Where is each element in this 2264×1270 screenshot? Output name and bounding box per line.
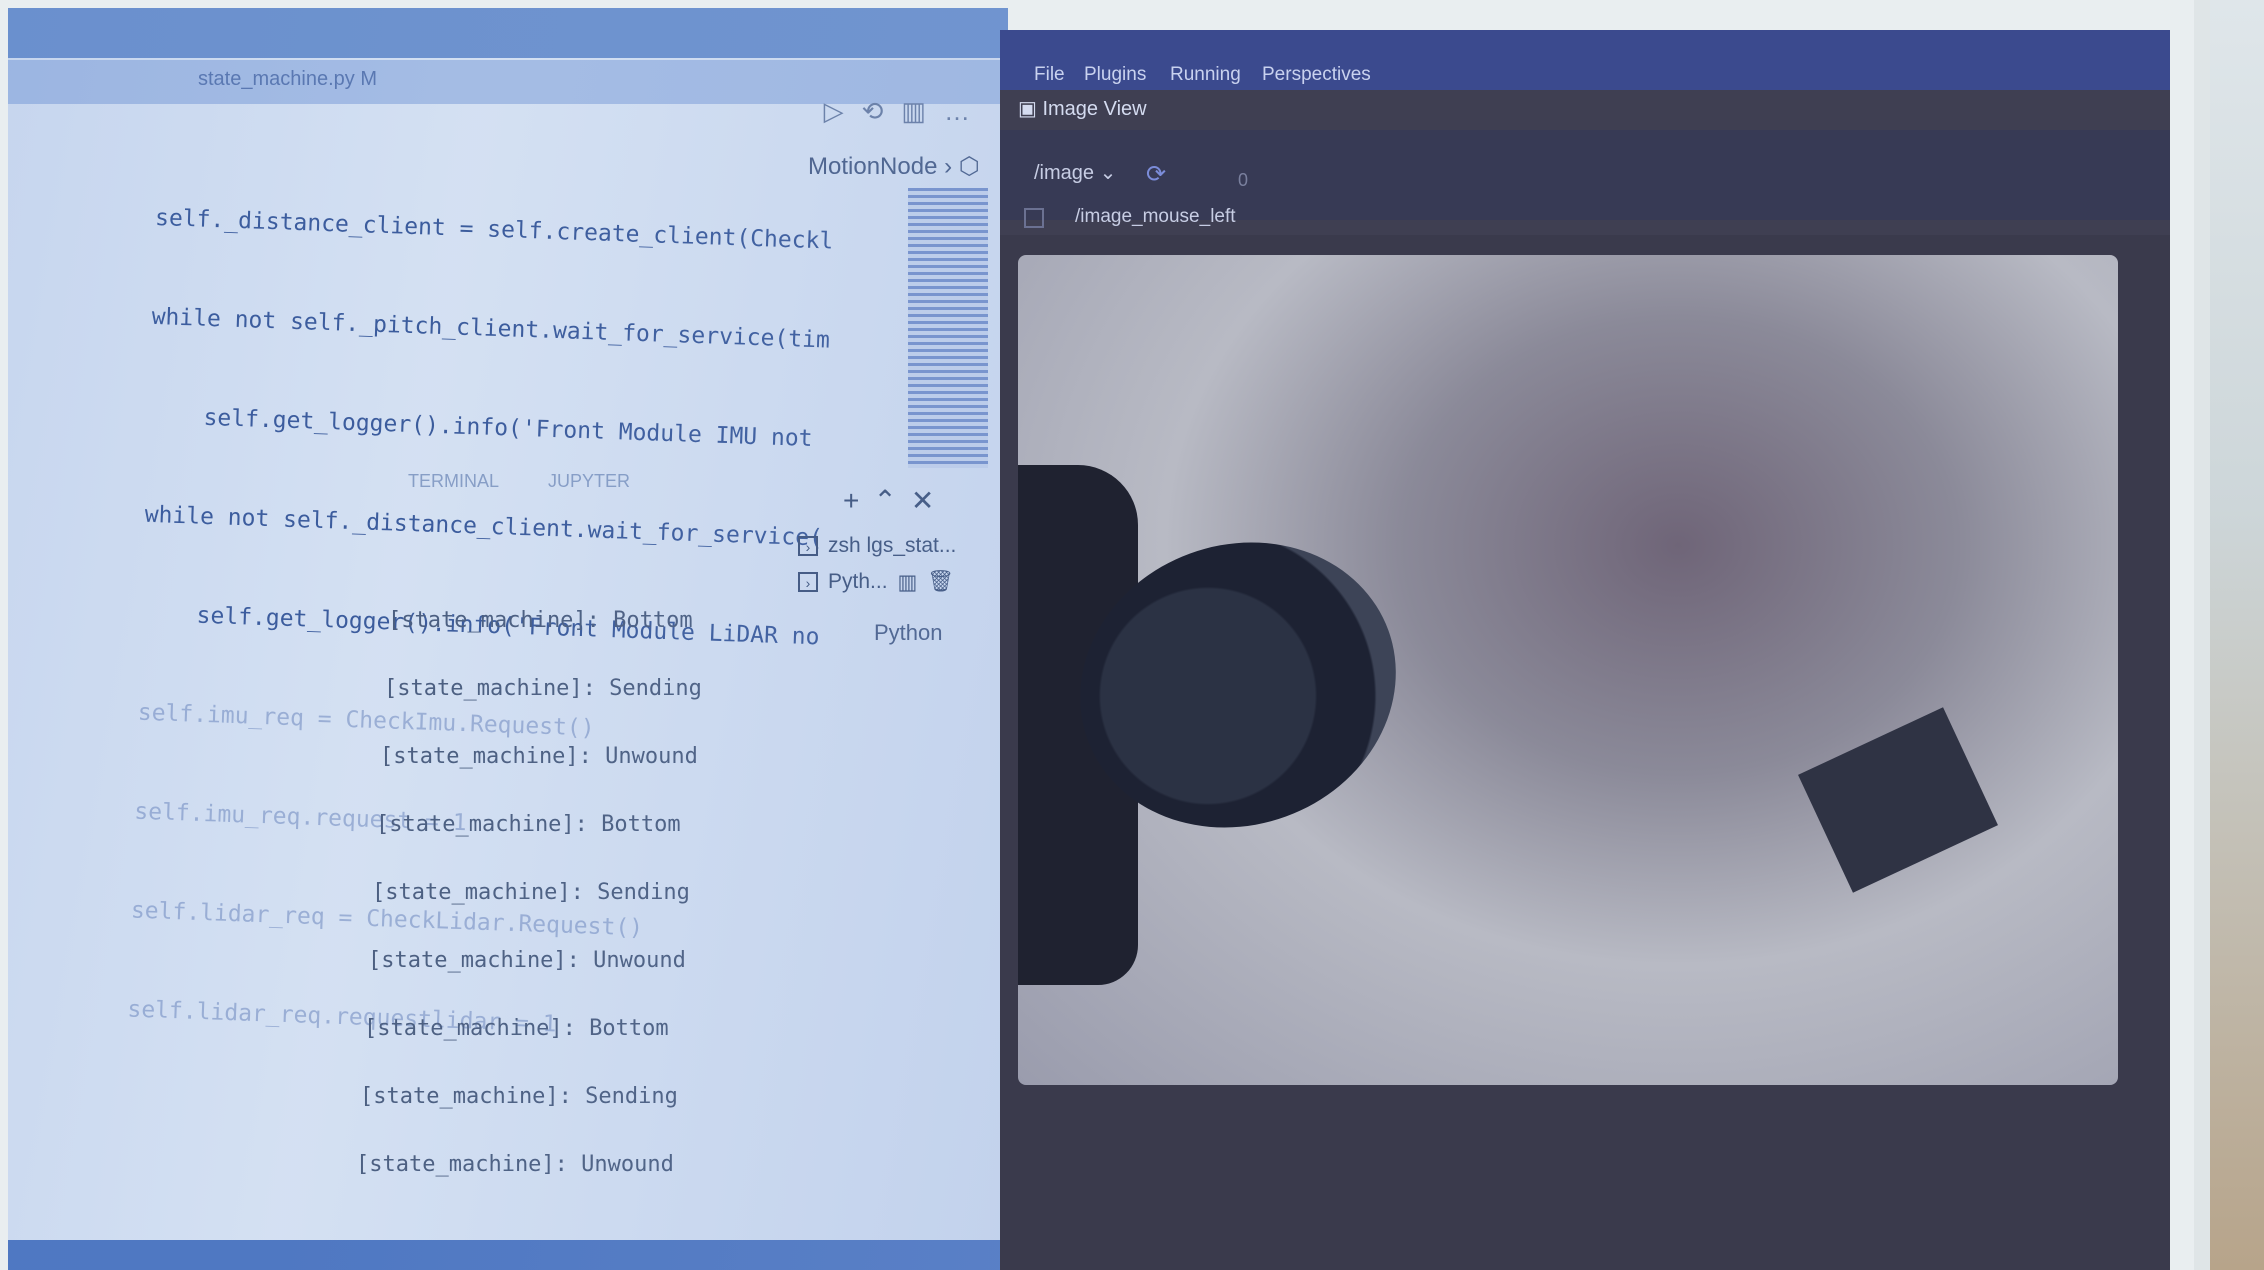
log-message: Bottom — [613, 608, 693, 633]
menu-file[interactable]: File — [1034, 64, 1065, 86]
terminal-item-python[interactable]: › Pyth... ▥ 🗑 — [798, 564, 998, 600]
run-icon[interactable]: ▷ — [824, 96, 862, 126]
log-node: [state_machine]: — [388, 608, 600, 633]
minimap[interactable] — [908, 188, 988, 468]
more-actions-icon[interactable]: … — [944, 96, 988, 126]
chevron-right-icon: › ⬡ — [944, 153, 980, 180]
code-line: self._distance_client = self.create_clie… — [154, 204, 834, 255]
log-message: Unwound — [605, 744, 698, 769]
log-node: [state_machine]: — [376, 812, 588, 837]
log-line: [state_machine]: Sending — [372, 880, 690, 905]
log-node: [state_machine]: — [360, 1084, 572, 1109]
terminal-icon: › — [798, 572, 818, 592]
vscode-titlebar — [8, 8, 1008, 58]
editor-actions: ▷⟲▥… — [824, 96, 988, 127]
log-message: Bottom — [589, 1016, 669, 1041]
log-line: [state_machine]: Bottom — [388, 608, 693, 633]
log-node: [state_machine]: — [384, 676, 596, 701]
log-message: Sending — [597, 880, 690, 905]
log-line: [state_machine]: Unwound — [368, 948, 686, 973]
log-message: Sending — [609, 676, 702, 701]
plugin-title-label: Image View — [1042, 98, 1147, 120]
close-icon[interactable]: ✕ — [911, 485, 948, 516]
terminal-item-label: Pyth... — [828, 570, 888, 593]
terminal-item-label: zsh lgs_stat... — [828, 534, 957, 557]
zoom-value: 0 — [1238, 170, 1249, 190]
code-line: self.get_logger().info('Front Module IMU… — [147, 402, 813, 453]
plugin-title: ▣ Image View — [1018, 96, 1147, 121]
log-node: [state_machine]: — [364, 1016, 576, 1041]
trash-icon[interactable]: 🗑 — [927, 570, 954, 594]
status-bar — [8, 1240, 1008, 1270]
terminal-list: › zsh lgs_stat... › Pyth... ▥ 🗑 — [798, 528, 998, 600]
log-message: Unwound — [593, 948, 686, 973]
log-message: Unwound — [581, 1152, 674, 1177]
log-message: Sending — [585, 1084, 678, 1109]
image-toolbar: /image ⌄ ⟳ 0 /image_mouse_left — [1000, 130, 2170, 228]
compare-icon[interactable]: ⟲ — [862, 96, 902, 126]
chevron-down-icon: ⌄ — [1099, 162, 1117, 184]
log-message: Bottom — [601, 812, 681, 837]
log-line: [state_machine]: Bottom — [376, 812, 681, 837]
split-editor-icon[interactable]: ▥ — [901, 96, 944, 126]
menu-perspectives[interactable]: Perspectives — [1262, 64, 1371, 86]
topic-select[interactable]: /image ⌄ — [1034, 160, 1116, 185]
log-line: [state_machine]: Unwound — [380, 744, 698, 769]
menu-plugins[interactable]: Plugins — [1084, 64, 1146, 86]
image-display[interactable] — [1000, 235, 2170, 1270]
tab-state-machine[interactable]: state_machine.py M — [198, 68, 377, 91]
chevron-up-icon[interactable]: ⌃ — [873, 485, 910, 516]
vscode-window: state_machine.py M ▷⟲▥… MotionNode › ⬡ s… — [8, 8, 1008, 1270]
log-line: [state_machine]: Sending — [360, 1084, 678, 1109]
code-line: while not self._pitch_client.wait_for_se… — [151, 303, 831, 354]
menu-bar: File Plugins Running Perspectives — [1000, 30, 2170, 90]
log-node: [state_machine]: — [356, 1152, 568, 1177]
log-line: [state_machine]: Sending — [384, 676, 702, 701]
split-terminal-icon[interactable]: ▥ — [898, 570, 918, 595]
camera-image — [1018, 255, 2118, 1085]
tab-terminal[interactable]: TERMINAL — [408, 471, 499, 492]
menu-running[interactable]: Running — [1170, 64, 1241, 86]
log-line: [state_machine]: Unwound — [356, 1152, 674, 1177]
refresh-icon[interactable]: ⟳ — [1146, 160, 1166, 189]
rqt-image-view-window: File Plugins Running Perspectives ▣ Imag… — [1000, 30, 2170, 1270]
log-node: [state_machine]: — [372, 880, 584, 905]
log-node: [state_machine]: — [368, 948, 580, 973]
panel-actions: +⌃✕ — [843, 484, 948, 517]
log-node: [state_machine]: — [380, 744, 592, 769]
log-line: [state_machine]: Bottom — [364, 1016, 669, 1041]
python-tooltip: Python — [874, 620, 943, 645]
add-terminal-icon[interactable]: + — [843, 485, 873, 516]
topic-select-value: /image — [1034, 162, 1095, 184]
monitor-screen: state_machine.py M ▷⟲▥… MotionNode › ⬡ s… — [0, 0, 2210, 1270]
terminal-icon: › — [798, 536, 818, 556]
code-line: while not self._distance_client.wait_for… — [144, 501, 824, 552]
robot-part — [1798, 707, 1998, 893]
tab-jupyter[interactable]: JUPYTER — [548, 471, 630, 492]
image-view-icon: ▣ — [1018, 98, 1037, 120]
terminal-item-zsh[interactable]: › zsh lgs_stat... — [798, 528, 998, 564]
mouse-publish-checkbox[interactable] — [1024, 208, 1044, 228]
mouse-topic-field[interactable]: /image_mouse_left — [1075, 206, 1236, 228]
